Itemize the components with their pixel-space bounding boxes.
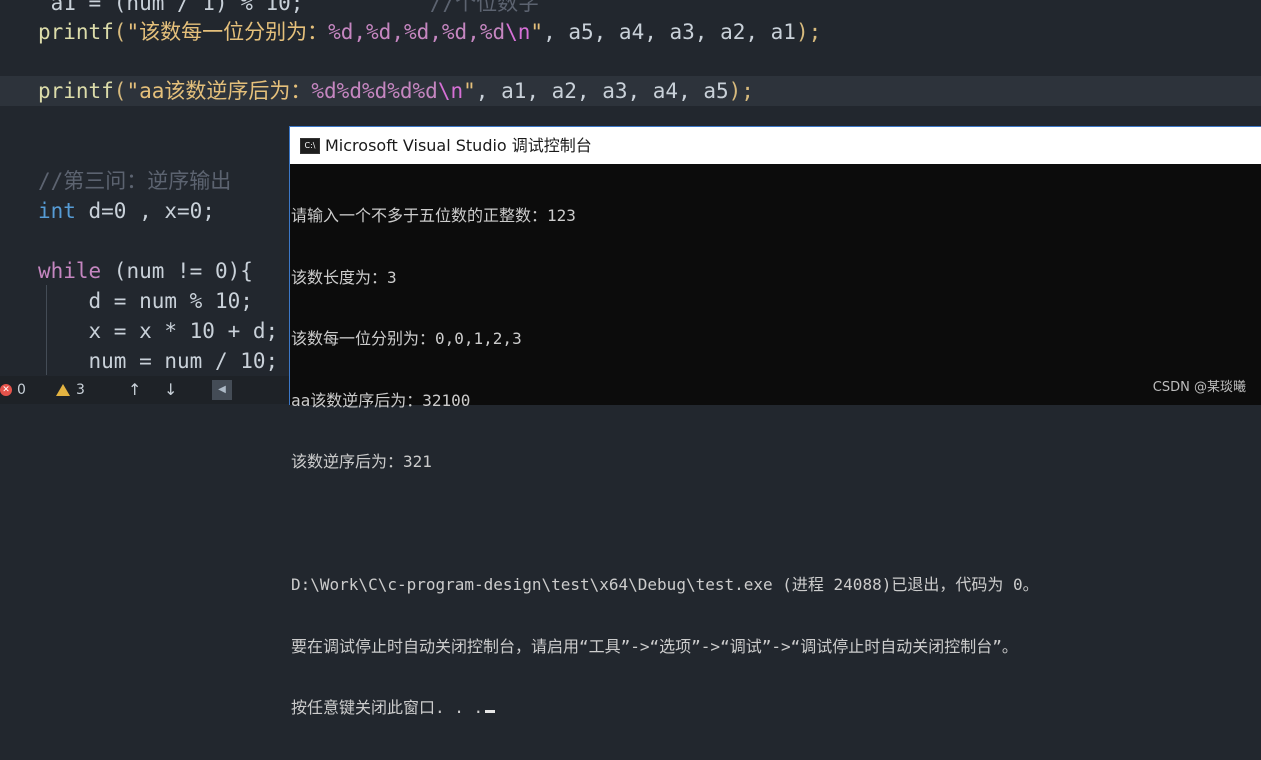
error-count[interactable]: ✕ 0 bbox=[0, 376, 26, 404]
console-prompt-text: 按任意键关闭此窗口. . . bbox=[291, 698, 484, 717]
code-assign-a1: a1 = (num / 1) % 10; bbox=[50, 0, 304, 15]
code-comment: //第三问：逆序输出 bbox=[37, 169, 232, 193]
console-app-icon: C:\ bbox=[300, 138, 320, 154]
code-string-end: " bbox=[463, 79, 476, 103]
console-titlebar[interactable]: C:\ Microsoft Visual Studio 调试控制台 bbox=[290, 127, 1261, 164]
code-fn: printf bbox=[37, 79, 114, 103]
console-title: Microsoft Visual Studio 调试控制台 bbox=[325, 136, 592, 155]
console-line: 该数每一位分别为：0,0,1,2,3 bbox=[291, 329, 522, 348]
arrow-up-icon[interactable]: ↑ bbox=[128, 376, 141, 404]
console-cursor bbox=[485, 710, 496, 713]
code-string-end: " bbox=[530, 20, 544, 44]
debug-console-window[interactable]: C:\ Microsoft Visual Studio 调试控制台 请输入一个不… bbox=[289, 126, 1261, 717]
editor-status-bar: ✕ 0 3 ↑ ↓ ◀ bbox=[0, 376, 290, 404]
code-escape: \n bbox=[505, 20, 531, 44]
warning-icon bbox=[56, 384, 70, 396]
code-comment-ones: //个位数字 bbox=[429, 0, 540, 15]
console-line: 请输入一个不多于五位数的正整数：123 bbox=[291, 206, 576, 225]
code-condition: (num != 0){ bbox=[101, 259, 253, 283]
code-format: %d,%d,%d,%d,%d bbox=[328, 20, 506, 44]
code-format: %d%d%d%d%d bbox=[311, 79, 438, 103]
code-escape: \n bbox=[437, 79, 464, 103]
code-string: "aa该数逆序后为： bbox=[126, 79, 312, 103]
console-line: 该数长度为：3 bbox=[291, 267, 397, 287]
arrow-down-icon[interactable]: ↓ bbox=[164, 376, 177, 404]
warning-count-value: 3 bbox=[76, 382, 85, 398]
code-statement: x = x * 10 + d; bbox=[88, 319, 279, 343]
code-statement: d = num % 10; bbox=[88, 289, 253, 313]
console-line-prompt: 按任意键关闭此窗口. . . bbox=[291, 698, 1259, 719]
scroll-left-icon[interactable]: ◀ bbox=[212, 380, 232, 400]
console-line: aa该数逆序后为：32100 bbox=[291, 390, 471, 410]
warning-count[interactable]: 3 bbox=[56, 376, 85, 404]
code-end: ); bbox=[795, 20, 822, 44]
code-line-0: a1 = (num / 1) % 10; //个位数字 bbox=[0, 0, 1261, 18]
console-line: D:\Work\C\c-program-design\test\x64\Debu… bbox=[291, 575, 1039, 594]
code-line-printf-reverse: printf("aa该数逆序后为：%d%d%d%d%d\n", a1, a2, … bbox=[0, 76, 1261, 106]
code-args: , a1, a2, a3, a4, a5 bbox=[475, 79, 729, 103]
code-keyword-int: int bbox=[37, 199, 76, 223]
console-output[interactable]: 请输入一个不多于五位数的正整数：123 该数长度为：3 该数每一位分别为：0,0… bbox=[291, 165, 1259, 717]
code-keyword-while: while bbox=[37, 259, 102, 283]
watermark: CSDN @某琰曦 bbox=[1152, 380, 1246, 395]
error-count-value: 0 bbox=[17, 382, 26, 398]
code-string: "该数每一位分别为： bbox=[126, 20, 329, 44]
code-fn: printf bbox=[37, 20, 114, 44]
code-args: , a5, a4, a3, a2, a1 bbox=[543, 20, 796, 44]
console-line: 该数逆序后为：321 bbox=[291, 452, 432, 471]
error-icon: ✕ bbox=[0, 384, 12, 396]
console-line: 要在调试停止时自动关闭控制台，请启用“工具”->“选项”->“调试”->“调试停… bbox=[291, 636, 1018, 656]
code-line-printf-digits: printf("该数每一位分别为：%d,%d,%d,%d,%d\n", a5, … bbox=[37, 20, 822, 44]
code-end: ); bbox=[728, 79, 754, 103]
code-statement: num = num / 10; bbox=[88, 349, 279, 373]
code-declaration: d=0 , x=0; bbox=[75, 199, 215, 223]
